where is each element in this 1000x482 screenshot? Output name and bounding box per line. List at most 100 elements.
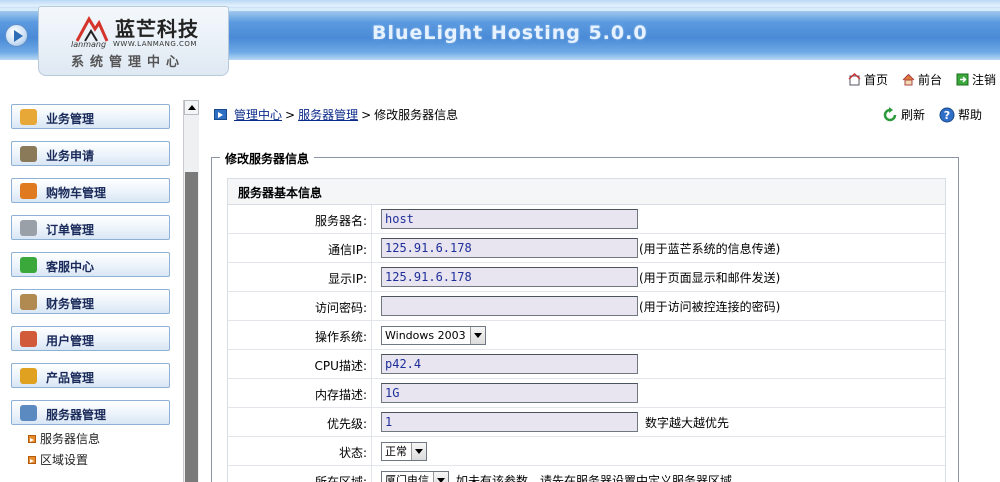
chevron-down-icon[interactable] bbox=[411, 442, 426, 460]
display-ip-label: 显示IP: bbox=[228, 263, 372, 291]
home-link-label: 首页 bbox=[863, 73, 888, 87]
sidebar-item-business[interactable]: 业务管理 bbox=[11, 104, 170, 129]
logout-link[interactable]: 注销 bbox=[956, 71, 996, 88]
logo-subtitle: 系统管理中心 bbox=[71, 55, 186, 70]
memory-label: 内存描述: bbox=[228, 379, 372, 407]
sidebar-scrollbar[interactable] bbox=[183, 100, 199, 482]
display-ip-input[interactable] bbox=[381, 267, 638, 287]
form-row-server-name: 服务器名: bbox=[228, 205, 945, 234]
sidebar-item-label: 购物车管理 bbox=[46, 186, 107, 200]
chevron-down-icon[interactable] bbox=[469, 326, 485, 344]
page-actions: 刷新 ? 帮助 bbox=[882, 106, 982, 123]
sidebar-item-support[interactable]: 客服中心 bbox=[11, 252, 170, 277]
comm-ip-label: 通信IP: bbox=[228, 234, 372, 262]
form-section-title: 服务器基本信息 bbox=[228, 179, 945, 205]
breadcrumb-parent[interactable]: 服务器管理 bbox=[298, 106, 358, 123]
form-row-memory: 内存描述: bbox=[228, 379, 945, 408]
fieldset-legend: 修改服务器信息 bbox=[220, 150, 315, 167]
status-select-value: 正常 bbox=[385, 445, 407, 458]
sidebar-item-label: 客服中心 bbox=[46, 260, 95, 274]
sidebar-subitem-label: 服务器信息 bbox=[40, 432, 101, 446]
sidebar-item-finance[interactable]: 财务管理 bbox=[11, 289, 170, 314]
breadcrumb-root[interactable]: 管理中心 bbox=[234, 106, 282, 123]
home-page-icon bbox=[848, 73, 861, 86]
play-icon[interactable] bbox=[5, 24, 28, 47]
os-label: 操作系统: bbox=[228, 321, 372, 349]
server-name-input[interactable] bbox=[381, 209, 638, 229]
users-icon bbox=[20, 331, 37, 347]
logout-link-label: 注销 bbox=[971, 73, 996, 87]
sidebar-item-servers[interactable]: 服务器管理 bbox=[11, 400, 170, 425]
wallet-icon bbox=[20, 294, 37, 310]
sidebar-item-apply[interactable]: 业务申请 bbox=[11, 141, 170, 166]
password-hint: (用于访问被控连接的密码) bbox=[639, 299, 781, 314]
chevron-down-icon[interactable] bbox=[433, 471, 448, 482]
server-icon bbox=[20, 405, 37, 421]
box-icon bbox=[20, 109, 37, 125]
sidebar-item-products[interactable]: 产品管理 bbox=[11, 363, 170, 388]
sidebar-item-label: 用户管理 bbox=[46, 334, 95, 348]
scroll-up-icon[interactable] bbox=[184, 100, 199, 115]
help-label: 帮助 bbox=[957, 108, 982, 122]
sidebar-subitem-region[interactable]: 区域设置 bbox=[11, 449, 171, 470]
password-label: 访问密码: bbox=[228, 292, 372, 320]
check-icon bbox=[20, 257, 37, 273]
house-icon bbox=[902, 73, 915, 86]
sidebar-item-label: 产品管理 bbox=[46, 371, 95, 385]
logout-icon bbox=[956, 73, 969, 86]
status-select[interactable]: 正常 bbox=[381, 441, 427, 461]
frontend-link[interactable]: 前台 bbox=[902, 71, 942, 88]
region-label: 所在区域: bbox=[228, 466, 372, 482]
form-row-comm-ip: 通信IP: (用于蓝芒系统的信息传递) bbox=[228, 234, 945, 263]
breadcrumb-current: 修改服务器信息 bbox=[374, 108, 459, 122]
logo-name: 蓝芒科技 bbox=[115, 17, 199, 41]
sidebar-item-cart[interactable]: 购物车管理 bbox=[11, 178, 170, 203]
arrow-bullet-icon bbox=[28, 455, 36, 464]
edit-server-fieldset: 修改服务器信息 服务器基本信息 服务器名: 通信IP: (用于蓝芒系统的信息传递… bbox=[211, 150, 959, 482]
memory-input[interactable] bbox=[381, 383, 638, 403]
app-title: BlueLight Hosting 5.0.0 bbox=[372, 22, 648, 44]
sidebar-subitem-server-info[interactable]: 服务器信息 bbox=[11, 428, 171, 449]
scroll-thumb[interactable] bbox=[185, 172, 198, 482]
refresh-button[interactable]: 刷新 bbox=[882, 106, 925, 123]
refresh-icon bbox=[883, 106, 897, 121]
cpu-input[interactable] bbox=[381, 354, 638, 374]
comm-ip-input[interactable] bbox=[381, 238, 638, 258]
form-row-region: 所在区域: 厦门电信 如未有该参数，请先在服务器设置中定义服务器区域 bbox=[228, 466, 945, 482]
award-icon bbox=[20, 368, 37, 384]
breadcrumb-separator: > bbox=[285, 107, 296, 122]
home-link[interactable]: 首页 bbox=[848, 71, 888, 88]
sidebar-subitem-label: 区域设置 bbox=[40, 453, 89, 467]
sidebar-item-label: 服务器管理 bbox=[46, 408, 107, 422]
sidebar: 业务管理 业务申请 购物车管理 订单管理 客服中心 财务管理 用户管理 产品管理… bbox=[0, 98, 198, 482]
os-select-value: Windows 2003 bbox=[385, 328, 466, 342]
form-row-password: 访问密码: (用于访问被控连接的密码) bbox=[228, 292, 945, 321]
region-select[interactable]: 厦门电信 bbox=[381, 470, 449, 482]
display-ip-hint: (用于页面显示和邮件发送) bbox=[639, 270, 781, 285]
form-row-display-ip: 显示IP: (用于页面显示和邮件发送) bbox=[228, 263, 945, 292]
cpu-label: CPU描述: bbox=[228, 350, 372, 378]
help-button[interactable]: ? 帮助 bbox=[939, 106, 982, 123]
logo-en-left: lanmang bbox=[71, 40, 107, 49]
priority-input[interactable] bbox=[381, 412, 638, 432]
arrow-bullet-icon bbox=[28, 434, 36, 443]
status-label: 状态: bbox=[228, 437, 372, 465]
comm-ip-hint: (用于蓝芒系统的信息传递) bbox=[639, 241, 781, 256]
sidebar-item-label: 业务申请 bbox=[46, 149, 95, 163]
server-name-label: 服务器名: bbox=[228, 205, 372, 233]
sidebar-item-label: 财务管理 bbox=[46, 297, 95, 311]
os-select[interactable]: Windows 2003 bbox=[381, 325, 486, 345]
help-icon: ? bbox=[939, 107, 955, 122]
pen-icon bbox=[20, 146, 37, 162]
cart-icon bbox=[20, 183, 37, 199]
region-hint: 如未有该参数，请先在服务器设置中定义服务器区域 bbox=[456, 473, 733, 482]
form-row-priority: 优先级: 数字越大越优先 bbox=[228, 408, 945, 437]
sidebar-item-users[interactable]: 用户管理 bbox=[11, 326, 170, 351]
password-input[interactable] bbox=[381, 296, 638, 316]
form-row-cpu: CPU描述: bbox=[228, 350, 945, 379]
form-row-os: 操作系统: Windows 2003 bbox=[228, 321, 945, 350]
breadcrumb: 管理中心 > 服务器管理 > 修改服务器信息 bbox=[214, 106, 458, 123]
sidebar-menu: 业务管理 业务申请 购物车管理 订单管理 客服中心 财务管理 用户管理 产品管理… bbox=[11, 98, 171, 470]
sidebar-item-orders[interactable]: 订单管理 bbox=[11, 215, 170, 240]
priority-hint: 数字越大越优先 bbox=[645, 415, 730, 430]
